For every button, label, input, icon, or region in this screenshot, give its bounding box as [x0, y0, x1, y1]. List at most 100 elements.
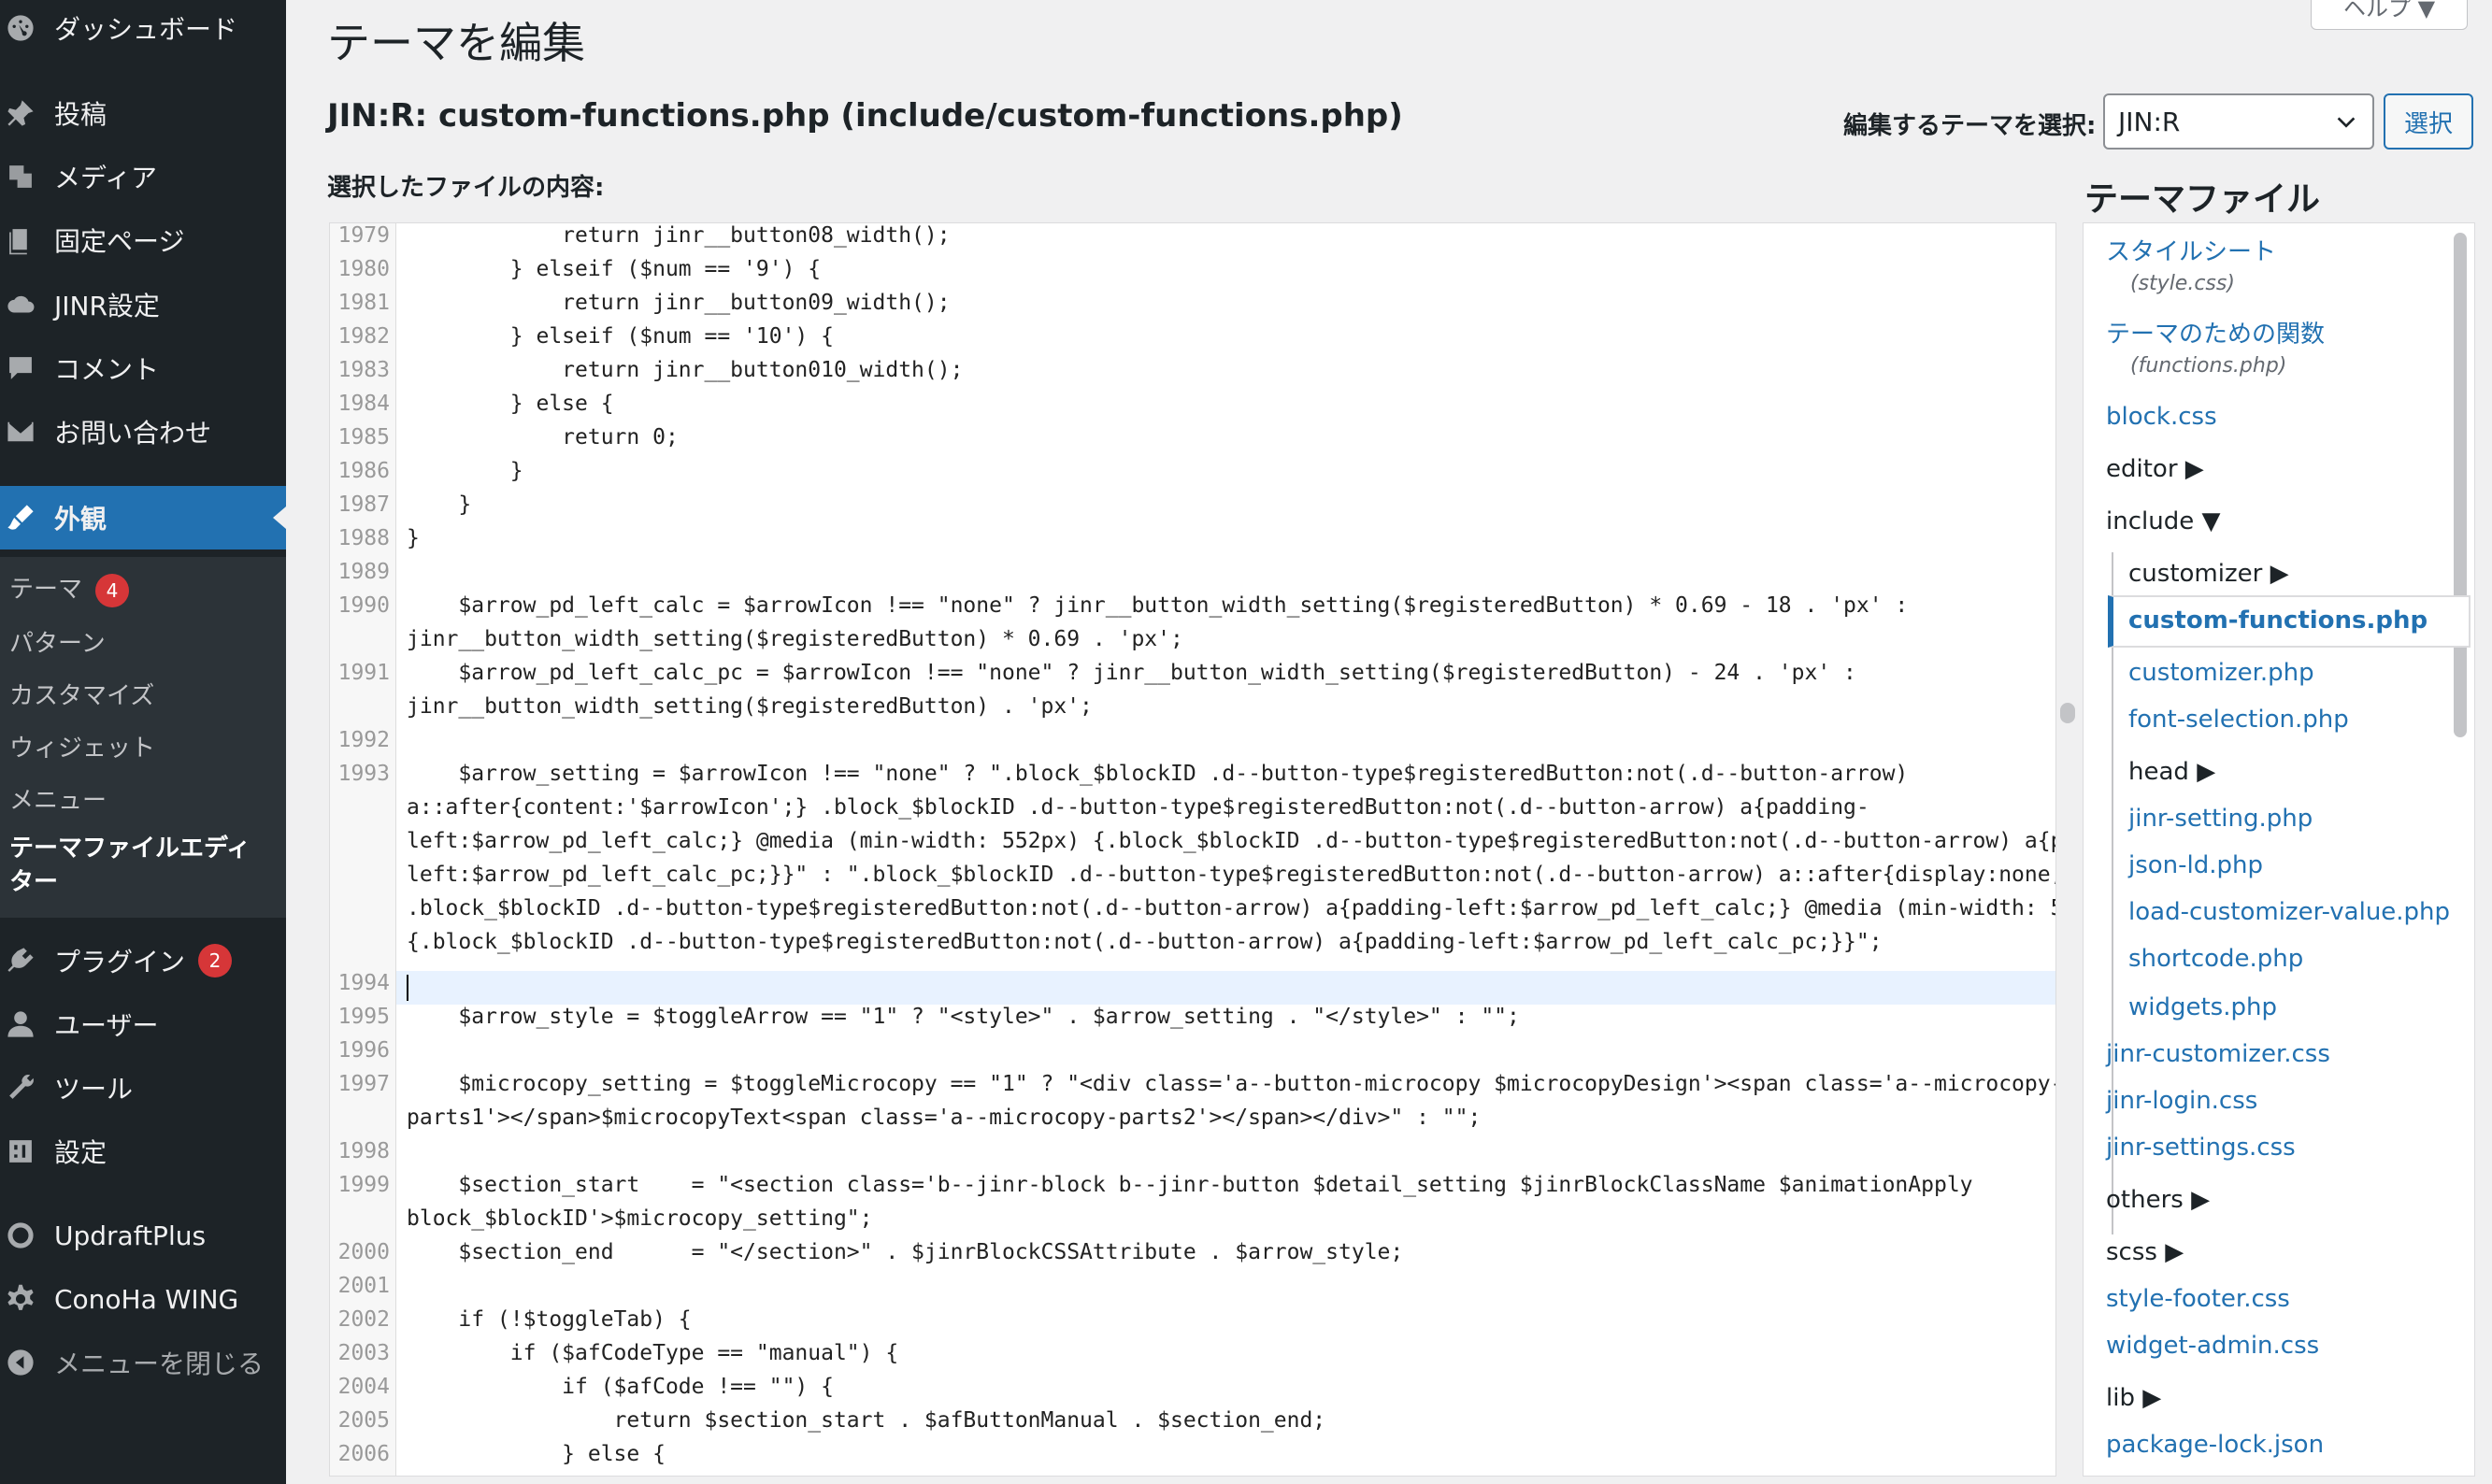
menu-label: お問い合わせ [54, 418, 212, 449]
file-link-jinr-login-css[interactable]: jinr-login.css [2106, 1087, 2257, 1115]
line-number: 1998 [337, 1139, 390, 1163]
menu-label: ConoHa WING [54, 1283, 239, 1315]
menu-conoha-wing[interactable]: ConoHa WING [0, 1277, 286, 1321]
submenu-patterns[interactable]: パターン [9, 624, 106, 659]
file-link-custom-functions[interactable]: custom-functions.php [2128, 606, 2428, 635]
line-number: 2003 [337, 1341, 390, 1365]
menu-label: コメント [54, 354, 160, 385]
folder-scss[interactable]: scss ▶ [2106, 1238, 2184, 1266]
submenu-themes[interactable]: テーマ 4 [9, 570, 130, 607]
submenu-widgets[interactable]: ウィジェット [9, 729, 155, 763]
folder-head[interactable]: head ▶ [2128, 758, 2215, 786]
file-link-stylesheet[interactable]: スタイルシート [2106, 233, 2276, 267]
user-icon [4, 1007, 37, 1041]
pin-icon [4, 96, 37, 130]
text-cursor [407, 975, 408, 1001]
file-link-widgets[interactable]: widgets.php [2128, 993, 2277, 1021]
code-text: } elseif ($num == '10') { [407, 324, 834, 349]
page-title: テーマを編集 [327, 18, 585, 68]
line-number: 1979 [337, 223, 390, 248]
menu-appearance[interactable]: 外観 [0, 486, 286, 549]
code-text: $arrow_style = $toggleArrow == "1" ? "<s… [407, 1005, 1520, 1029]
file-link-json-ld[interactable]: json-ld.php [2128, 851, 2263, 879]
menu-dashboard[interactable]: ダッシュボード [0, 6, 286, 50]
line-number: 1982 [337, 324, 390, 349]
media-icon [4, 160, 37, 193]
menu-plugins[interactable]: プラグイン 2 [0, 938, 286, 983]
submenu-customize[interactable]: カスタマイズ [9, 677, 154, 711]
file-link-package-lock[interactable]: package-lock.json [2106, 1431, 2324, 1459]
folder-label: lib [2106, 1384, 2135, 1412]
menu-jinr-settings[interactable]: JINR設定 [0, 282, 286, 327]
line-number: 1988 [337, 526, 390, 550]
code-editor[interactable]: 1979 return jinr__button08_width(); 1980… [329, 222, 2056, 1477]
code-text: $section_end = "</section>" . $jinrBlock… [407, 1240, 1404, 1264]
folder-customizer[interactable]: customizer ▶ [2128, 560, 2289, 588]
menu-posts[interactable]: 投稿 [0, 91, 286, 136]
menu-label: ツール [54, 1074, 134, 1105]
file-link-jinr-setting[interactable]: jinr-setting.php [2128, 805, 2313, 833]
code-text: a::after{content:'$arrowIcon';} .block_$… [407, 795, 1869, 820]
theme-select[interactable]: JIN:R [2103, 93, 2374, 150]
active-line-highlight [396, 971, 2055, 1005]
line-number: 2005 [337, 1408, 390, 1433]
line-number: 1995 [337, 1005, 390, 1029]
folder-include[interactable]: include ▼ [2106, 507, 2220, 535]
theme-files-panel: スタイルシート (style.css) テーマのための関数 (functions… [2083, 222, 2475, 1477]
menu-settings[interactable]: 設定 [0, 1129, 286, 1174]
code-text: } elseif ($num == '9') { [407, 257, 822, 281]
caret-right-icon: ▶ [2270, 560, 2289, 588]
menu-label: JINR設定 [54, 291, 160, 321]
theme-select-label: 編集するテーマを選択: [1843, 112, 2097, 140]
plugin-icon [4, 944, 37, 977]
menu-users[interactable]: ユーザー [0, 1002, 286, 1047]
file-link-widget-admin[interactable]: widget-admin.css [2106, 1332, 2319, 1360]
editor-scroll-handle[interactable] [2060, 703, 2075, 723]
file-link-load-customizer[interactable]: load-customizer-value.php [2128, 898, 2450, 926]
menu-updraftplus[interactable]: UpdraftPlus [0, 1213, 286, 1258]
file-link-block-css[interactable]: block.css [2106, 403, 2217, 431]
file-link-shortcode[interactable]: shortcode.php [2128, 945, 2303, 973]
menu-media[interactable]: メディア [0, 154, 286, 199]
line-number: 1983 [337, 358, 390, 382]
file-sub-functions-php: (functions.php) [2130, 354, 2287, 378]
caret-right-icon: ▶ [2142, 1384, 2162, 1412]
code-text: if ($afCodeType == "manual") { [407, 1341, 899, 1365]
submenu-menus[interactable]: メニュー [9, 781, 107, 816]
code-text: } [407, 526, 420, 550]
menu-pages[interactable]: 固定ページ [0, 218, 286, 263]
brush-icon [4, 501, 37, 535]
line-number: 1985 [337, 425, 390, 449]
folder-editor[interactable]: editor ▶ [2106, 455, 2204, 483]
menu-label: 設定 [54, 1137, 107, 1168]
code-text: $arrow_pd_left_calc_pc = $arrowIcon !== … [407, 661, 1856, 685]
tree-line [2112, 552, 2113, 1234]
folder-lib[interactable]: lib ▶ [2106, 1384, 2161, 1412]
wrench-icon [4, 1071, 37, 1105]
select-theme-button[interactable]: 選択 [2384, 93, 2473, 150]
file-link-customizer-php[interactable]: customizer.php [2128, 659, 2314, 687]
theme-files-heading: テーマファイル [2084, 180, 2321, 219]
file-link-functions[interactable]: テーマのための関数 [2106, 315, 2325, 350]
caret-down-icon: ▼ [2201, 507, 2221, 535]
menu-contact[interactable]: お問い合わせ [0, 409, 286, 454]
folder-others[interactable]: others ▶ [2106, 1186, 2210, 1214]
file-link-font-selection[interactable]: font-selection.php [2128, 706, 2349, 734]
submenu-theme-file-editor[interactable]: テーマファイルエディター [9, 832, 262, 899]
help-tab[interactable]: ヘルプ ▼ [2311, 0, 2468, 30]
files-scrollbar[interactable] [2454, 233, 2467, 737]
menu-comments[interactable]: コメント [0, 346, 286, 391]
menu-tools[interactable]: ツール [0, 1065, 286, 1110]
line-number: 1992 [337, 728, 390, 752]
gear-icon [4, 1282, 37, 1316]
mail-icon [4, 415, 37, 449]
folder-label: include [2106, 507, 2195, 535]
file-link-jinr-settings-css[interactable]: jinr-settings.css [2106, 1134, 2296, 1162]
code-text: return jinr__button010_width(); [407, 358, 964, 382]
update-badge: 4 [95, 573, 130, 607]
menu-collapse[interactable]: メニューを閉じる [0, 1340, 286, 1385]
file-link-jinr-customizer-css[interactable]: jinr-customizer.css [2106, 1040, 2330, 1068]
cloud-icon [4, 288, 37, 321]
file-link-style-footer[interactable]: style-footer.css [2106, 1285, 2290, 1313]
code-text: } [407, 459, 523, 483]
